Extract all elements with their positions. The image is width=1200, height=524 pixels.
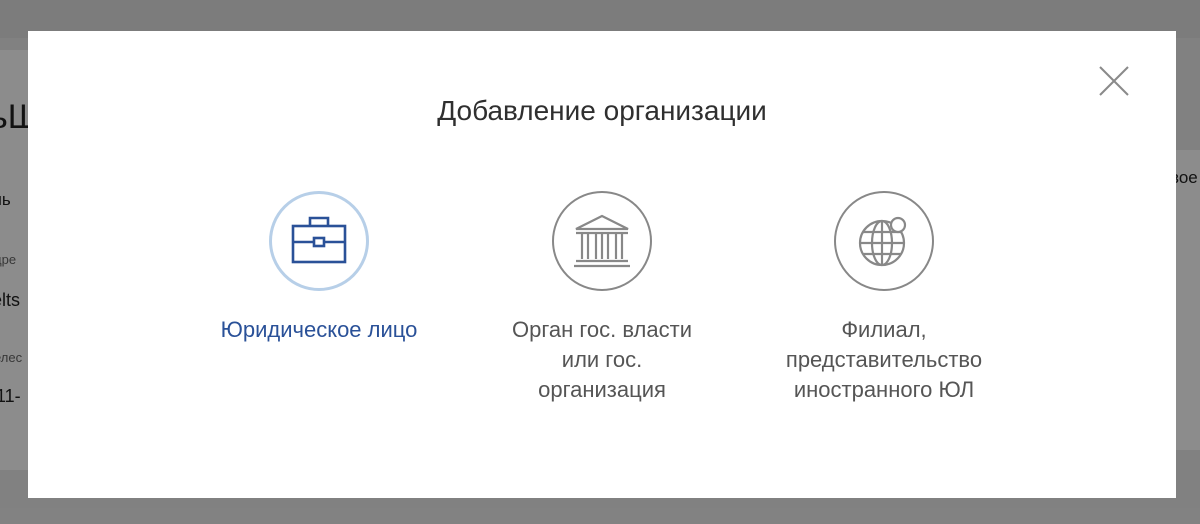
globe-icon: [858, 216, 907, 267]
option-label: Орган гос. власти или гос. организация: [511, 317, 692, 402]
option-icon-circle: [834, 191, 934, 291]
option-icon-circle: [269, 191, 369, 291]
option-legal-entity[interactable]: Юридическое лицо: [189, 191, 449, 345]
option-government-body[interactable]: Орган гос. власти или гос. организация: [472, 191, 732, 405]
government-building-icon: [574, 214, 630, 268]
option-foreign-branch[interactable]: Филиал, представительство иностранного Ю…: [754, 191, 1014, 405]
briefcase-icon: [291, 216, 347, 264]
option-label: Юридическое лицо: [220, 317, 418, 342]
add-organization-modal: Добавление организации Юридическое лицо: [28, 31, 1176, 498]
organization-type-options: Юридическое лицо Орган гос. власти или г…: [28, 191, 1176, 451]
option-label: Филиал, представительство иностранного Ю…: [785, 317, 983, 402]
modal-title: Добавление организации: [437, 95, 767, 126]
option-icon-circle: [552, 191, 652, 291]
